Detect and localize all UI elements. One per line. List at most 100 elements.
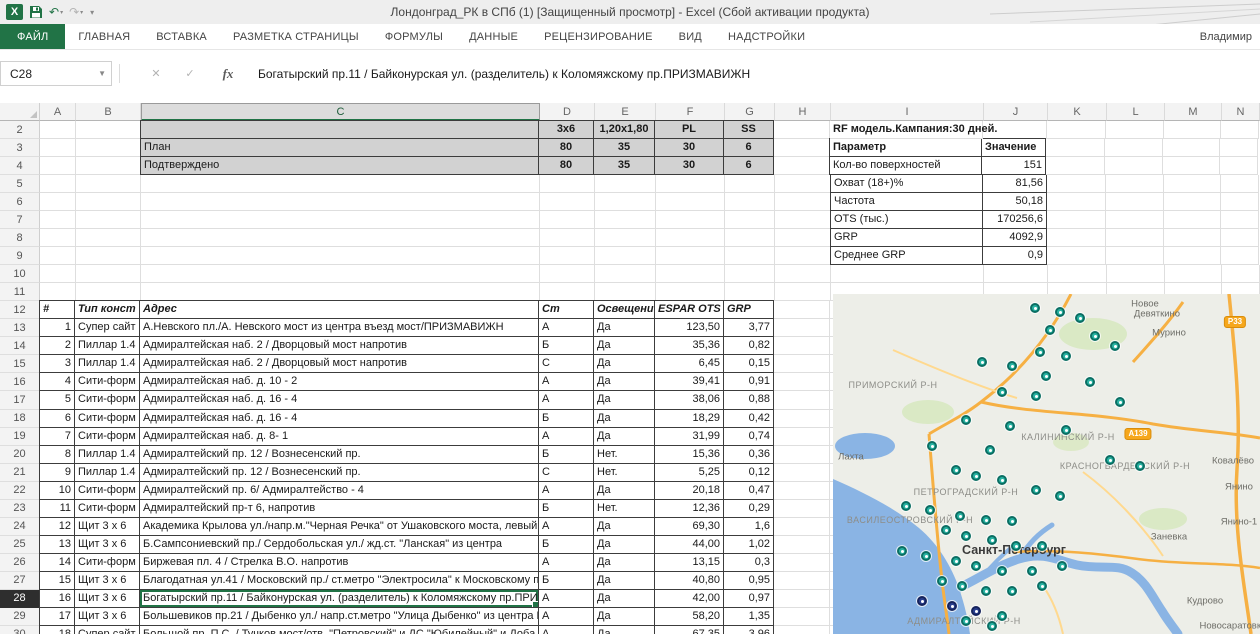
map-marker[interactable] — [1041, 371, 1051, 381]
cell[interactable] — [40, 229, 76, 247]
cell[interactable]: 35 — [594, 157, 655, 175]
tab-главная[interactable]: ГЛАВНАЯ — [65, 24, 143, 49]
cell[interactable] — [1106, 229, 1164, 247]
cell[interactable]: А — [539, 391, 594, 409]
cell[interactable] — [595, 283, 656, 301]
cell[interactable]: 14 — [39, 554, 75, 572]
cell[interactable] — [141, 193, 540, 211]
cell[interactable]: Да — [594, 518, 655, 536]
cell[interactable]: Б — [539, 500, 594, 518]
row-header-30[interactable]: 30 — [0, 626, 40, 634]
cell[interactable]: 123,50 — [655, 319, 724, 337]
cell[interactable]: Частота — [830, 193, 983, 211]
cell[interactable] — [40, 139, 76, 157]
cell[interactable]: GRP — [724, 300, 774, 319]
cell[interactable]: Значение — [982, 138, 1046, 157]
cell[interactable] — [540, 211, 595, 229]
cell[interactable] — [775, 247, 831, 265]
map-marker[interactable] — [1011, 541, 1021, 551]
column-header-L[interactable]: L — [1107, 103, 1165, 121]
map-marker[interactable] — [1031, 485, 1041, 495]
cell[interactable] — [774, 482, 830, 500]
cell[interactable]: Б.Сампсониевский пр./ Сердобольская ул./… — [140, 536, 539, 554]
map-marker[interactable] — [1055, 491, 1065, 501]
cell[interactable]: 5,25 — [655, 464, 724, 482]
map-marker[interactable] — [981, 515, 991, 525]
map-marker[interactable] — [1110, 341, 1120, 351]
row-header-7[interactable]: 7 — [0, 211, 40, 229]
cell[interactable]: 1,20x1,80 — [594, 120, 655, 139]
enter-icon[interactable]: ✓ — [178, 61, 202, 86]
cell[interactable] — [831, 265, 984, 283]
cell[interactable]: Да — [594, 572, 655, 590]
cell[interactable]: Сити-форм — [75, 410, 140, 428]
cell[interactable]: Щит 3 х 6 — [75, 590, 140, 608]
cell[interactable]: Адмиралтейская наб. д. 16 - 4 — [140, 410, 539, 428]
tab-формулы[interactable]: ФОРМУЛЫ — [372, 24, 456, 49]
column-header-E[interactable]: E — [595, 103, 656, 121]
cell[interactable] — [774, 139, 830, 157]
cell[interactable]: Академика Крылова ул./напр.м."Черная Реч… — [140, 518, 539, 536]
cell[interactable] — [774, 121, 830, 139]
cell[interactable] — [656, 265, 725, 283]
cell[interactable]: 1,02 — [724, 536, 774, 554]
cell[interactable] — [656, 193, 725, 211]
cell[interactable]: Б — [539, 337, 594, 355]
cell[interactable]: 2 — [39, 337, 75, 355]
cell[interactable]: 3,96 — [724, 626, 774, 634]
cell[interactable]: 42,00 — [655, 590, 724, 608]
cell[interactable] — [725, 229, 775, 247]
cell[interactable]: Адрес — [140, 300, 539, 319]
row-header-15[interactable]: 15 — [0, 355, 40, 373]
cell[interactable] — [656, 283, 725, 301]
cell[interactable]: 12,36 — [655, 500, 724, 518]
cell[interactable] — [40, 265, 76, 283]
redo-button[interactable]: ↷ ▾ — [69, 6, 83, 18]
row-header-3[interactable]: 3 — [0, 139, 40, 157]
map-marker[interactable] — [941, 525, 951, 535]
cell[interactable] — [774, 428, 830, 446]
cell[interactable] — [1107, 265, 1165, 283]
map-marker[interactable] — [1090, 331, 1100, 341]
cell[interactable] — [1106, 193, 1164, 211]
cell[interactable]: Б — [539, 572, 594, 590]
cell[interactable] — [1221, 211, 1259, 229]
cell[interactable] — [1220, 139, 1258, 157]
cell[interactable]: 0,9 — [983, 247, 1047, 265]
cell[interactable]: Сити-форм — [75, 482, 140, 500]
cell[interactable]: Пиллар 1.4 — [75, 446, 140, 464]
map-marker[interactable] — [927, 441, 937, 451]
cell[interactable] — [1047, 193, 1106, 211]
map-marker[interactable] — [971, 561, 981, 571]
cell[interactable]: 16 — [39, 590, 75, 608]
map-marker[interactable] — [1055, 307, 1065, 317]
column-header-C[interactable]: C — [141, 103, 540, 121]
cell[interactable] — [40, 175, 76, 193]
cell[interactable] — [76, 283, 141, 301]
cell[interactable] — [1106, 247, 1164, 265]
tab-надстройки[interactable]: НАДСТРОЙКИ — [715, 24, 818, 49]
row-header-13[interactable]: 13 — [0, 319, 40, 337]
cell[interactable] — [1220, 157, 1258, 175]
cell[interactable] — [774, 626, 830, 634]
row-header-6[interactable]: 6 — [0, 193, 40, 211]
column-header-G[interactable]: G — [725, 103, 775, 121]
map-marker[interactable] — [1135, 461, 1145, 471]
map-marker[interactable] — [901, 501, 911, 511]
cell[interactable]: 13 — [39, 536, 75, 554]
map-marker[interactable] — [961, 531, 971, 541]
cell[interactable] — [141, 229, 540, 247]
cell[interactable]: Щит 3 х 6 — [75, 608, 140, 626]
cell[interactable] — [1106, 175, 1164, 193]
column-header-J[interactable]: J — [984, 103, 1048, 121]
cell[interactable] — [1047, 211, 1106, 229]
cell[interactable] — [774, 518, 830, 536]
map-marker[interactable] — [1075, 313, 1085, 323]
map-marker[interactable] — [1030, 303, 1040, 313]
cell[interactable] — [774, 446, 830, 464]
row-header-23[interactable]: 23 — [0, 500, 40, 518]
row-header-18[interactable]: 18 — [0, 410, 40, 428]
cell[interactable]: 39,41 — [655, 373, 724, 391]
cell[interactable] — [595, 175, 656, 193]
cell[interactable] — [76, 157, 141, 175]
